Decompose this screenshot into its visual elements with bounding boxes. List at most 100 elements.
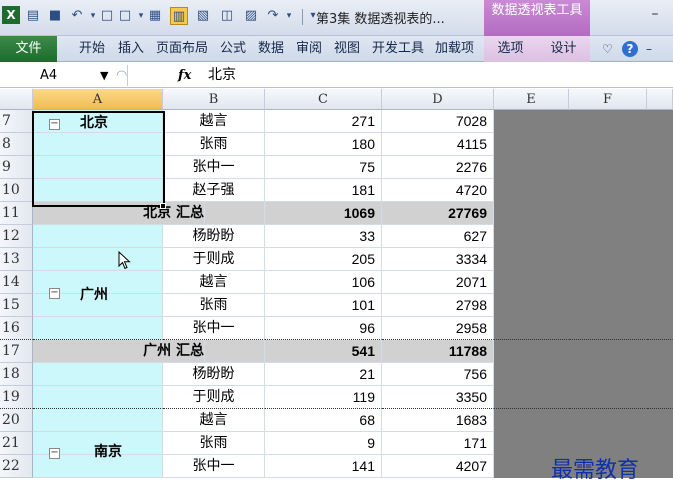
formula-input[interactable]: 北京	[208, 65, 236, 86]
person-name-cell[interactable]: 杨盼盼	[163, 225, 265, 248]
collapse-nanjing-icon[interactable]: −	[49, 448, 60, 459]
empty-cell[interactable]	[569, 133, 647, 156]
column-header-f[interactable]: F	[569, 89, 647, 110]
column-header-g[interactable]	[647, 89, 673, 110]
person-name-cell[interactable]: 张雨	[163, 294, 265, 317]
ribbon-customize-icon[interactable]: ▤	[24, 7, 42, 25]
empty-cell[interactable]	[647, 432, 673, 455]
empty-cell[interactable]	[569, 271, 647, 294]
redo-dropdown-icon[interactable]: ▾	[280, 7, 298, 25]
name-box[interactable]: A4	[0, 65, 128, 86]
column-header-d[interactable]: D	[382, 89, 494, 110]
empty-cell[interactable]	[569, 340, 647, 363]
column-header-e[interactable]: E	[494, 89, 569, 110]
spreadsheet-grid[interactable]: A B C D E F 7 越言 271 7028 8 张雨 180 4115 9 张中一 75 22…	[0, 89, 673, 502]
row-label-cell[interactable]	[33, 133, 163, 156]
value-cell-c[interactable]: 33	[265, 225, 382, 248]
value-cell-c[interactable]: 181	[265, 179, 382, 202]
value-cell-c[interactable]: 96	[265, 317, 382, 340]
collapse-guangzhou-icon[interactable]: −	[49, 288, 60, 299]
empty-cell[interactable]	[647, 156, 673, 179]
empty-cell[interactable]	[647, 110, 673, 133]
empty-cell[interactable]	[569, 202, 647, 225]
format-icon[interactable]: ▧	[194, 7, 212, 25]
person-name-cell[interactable]: 张雨	[163, 133, 265, 156]
group-label-beijing[interactable]: 北京	[80, 112, 108, 132]
row-header[interactable]: 18	[0, 363, 33, 386]
row-header[interactable]: 21	[0, 432, 33, 455]
person-name-cell[interactable]: 越言	[163, 271, 265, 294]
ribbon-more-icon[interactable]: –	[646, 36, 652, 62]
empty-cell[interactable]	[569, 248, 647, 271]
help-icon[interactable]: ?	[622, 41, 638, 57]
empty-cell[interactable]	[569, 225, 647, 248]
empty-cell[interactable]	[647, 202, 673, 225]
value-cell-c[interactable]: 68	[265, 409, 382, 432]
person-name-cell[interactable]: 越言	[163, 110, 265, 133]
value-cell-c[interactable]: 205	[265, 248, 382, 271]
insert-function-icon[interactable]: fx	[178, 65, 191, 86]
empty-cell[interactable]	[647, 340, 673, 363]
tab-home[interactable]: 开始	[79, 36, 105, 62]
subtotal-filler[interactable]	[205, 340, 265, 363]
minimize-button[interactable]: –	[646, 6, 664, 22]
empty-cell[interactable]	[647, 409, 673, 432]
empty-cell[interactable]	[647, 317, 673, 340]
person-name-cell[interactable]: 于则成	[163, 386, 265, 409]
row-label-cell[interactable]	[33, 409, 163, 432]
row-header[interactable]: 19	[0, 386, 33, 409]
value-cell-d[interactable]: 3334	[382, 248, 494, 271]
tab-formulas[interactable]: 公式	[220, 36, 246, 62]
subtotal-value-d[interactable]: 27769	[382, 202, 494, 225]
value-cell-c[interactable]: 141	[265, 455, 382, 478]
empty-cell[interactable]	[494, 363, 569, 386]
row-label-cell[interactable]	[33, 225, 163, 248]
person-name-cell[interactable]: 张雨	[163, 432, 265, 455]
empty-cell[interactable]	[494, 294, 569, 317]
subtotal-filler[interactable]	[205, 202, 265, 225]
row-header[interactable]: 11	[0, 202, 33, 225]
value-cell-c[interactable]: 271	[265, 110, 382, 133]
row-label-cell[interactable]	[33, 317, 163, 340]
value-cell-c[interactable]: 180	[265, 133, 382, 156]
empty-cell[interactable]	[494, 225, 569, 248]
person-name-cell[interactable]: 赵子强	[163, 179, 265, 202]
row-header[interactable]: 12	[0, 225, 33, 248]
empty-cell[interactable]	[494, 179, 569, 202]
person-name-cell[interactable]: 越言	[163, 409, 265, 432]
empty-cell[interactable]	[494, 202, 569, 225]
person-name-cell[interactable]: 张中一	[163, 156, 265, 179]
empty-cell[interactable]	[569, 179, 647, 202]
empty-cell[interactable]	[494, 248, 569, 271]
value-cell-c[interactable]: 106	[265, 271, 382, 294]
pivot-table-icon[interactable]: ▥	[170, 7, 188, 25]
tab-data[interactable]: 数据	[258, 36, 284, 62]
empty-cell[interactable]	[647, 294, 673, 317]
value-cell-d[interactable]: 4720	[382, 179, 494, 202]
empty-cell[interactable]	[494, 110, 569, 133]
fill-handle[interactable]	[160, 203, 166, 209]
person-name-cell[interactable]: 张中一	[163, 455, 265, 478]
row-header[interactable]: 20	[0, 409, 33, 432]
empty-cell[interactable]	[647, 386, 673, 409]
empty-cell[interactable]	[647, 363, 673, 386]
empty-cell[interactable]	[494, 317, 569, 340]
excel-app-icon[interactable]: X	[2, 6, 20, 24]
select-all-corner[interactable]	[0, 89, 33, 110]
person-name-cell[interactable]: 于则成	[163, 248, 265, 271]
empty-cell[interactable]	[494, 340, 569, 363]
empty-cell[interactable]	[647, 271, 673, 294]
row-label-cell[interactable]	[33, 363, 163, 386]
subtotal-label[interactable]: 广州 汇总	[33, 340, 205, 363]
row-label-cell[interactable]	[33, 179, 163, 202]
value-cell-d[interactable]: 171	[382, 432, 494, 455]
subtotal-value-d[interactable]: 11788	[382, 340, 494, 363]
empty-cell[interactable]	[494, 156, 569, 179]
value-cell-c[interactable]: 21	[265, 363, 382, 386]
row-header[interactable]: 17	[0, 340, 33, 363]
subtotal-value-c[interactable]: 1069	[265, 202, 382, 225]
name-box-dropdown-icon[interactable]: ▼	[100, 65, 108, 86]
empty-cell[interactable]	[569, 294, 647, 317]
column-header-c[interactable]: C	[265, 89, 382, 110]
value-cell-d[interactable]: 4115	[382, 133, 494, 156]
